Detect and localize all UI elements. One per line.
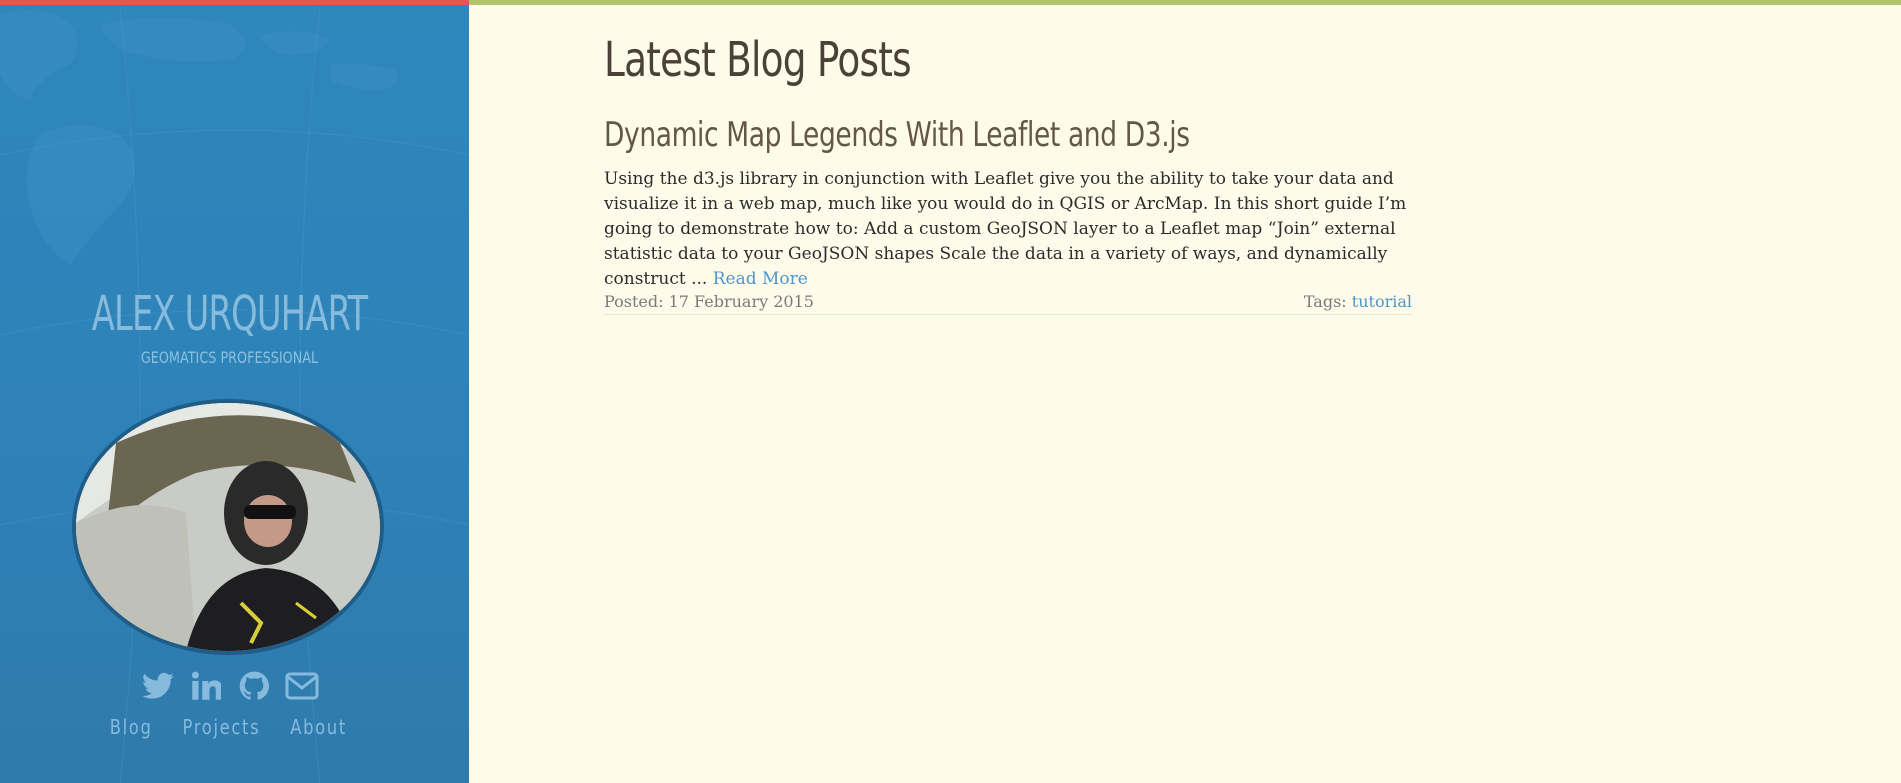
sidebar: ALEX URQUHART GEOMATICS PROFESSIONAL Blo… xyxy=(0,5,469,783)
nav-about[interactable]: About xyxy=(291,715,348,739)
social-links xyxy=(0,669,459,703)
tag-link-tutorial[interactable]: tutorial xyxy=(1352,292,1412,311)
nav-projects[interactable]: Projects xyxy=(182,715,260,739)
github-icon[interactable] xyxy=(237,669,271,703)
main-content: Latest Blog Posts Dynamic Map Legends Wi… xyxy=(604,5,1412,315)
world-map-background xyxy=(0,5,469,783)
page-title: Latest Blog Posts xyxy=(604,32,912,88)
site-identity: ALEX URQUHART GEOMATICS PROFESSIONAL xyxy=(0,290,459,367)
site-name[interactable]: ALEX URQUHART xyxy=(50,290,408,338)
tags-label: Tags: xyxy=(1303,292,1347,311)
post-date: Posted: 17 February 2015 xyxy=(604,292,814,311)
post-title-link[interactable]: Dynamic Map Legends With Leaflet and D3.… xyxy=(604,113,1234,157)
post-excerpt: Using the d3.js library in conjunction w… xyxy=(604,167,1412,292)
nav-blog[interactable]: Blog xyxy=(110,715,153,739)
post-tags: Tags: tutorial xyxy=(1304,292,1412,311)
sidebar-nav: Blog Projects About xyxy=(0,715,459,739)
read-more-link[interactable]: Read More xyxy=(713,269,808,289)
blog-post: Dynamic Map Legends With Leaflet and D3.… xyxy=(604,113,1412,315)
site-subtitle: GEOMATICS PROFESSIONAL xyxy=(140,348,319,367)
post-meta: Posted: 17 February 2015 Tags: tutorial xyxy=(604,292,1412,315)
email-icon[interactable] xyxy=(285,669,319,703)
avatar xyxy=(72,399,384,655)
avatar-photo xyxy=(76,403,380,651)
twitter-icon[interactable] xyxy=(141,669,175,703)
linkedin-icon[interactable] xyxy=(189,669,223,703)
